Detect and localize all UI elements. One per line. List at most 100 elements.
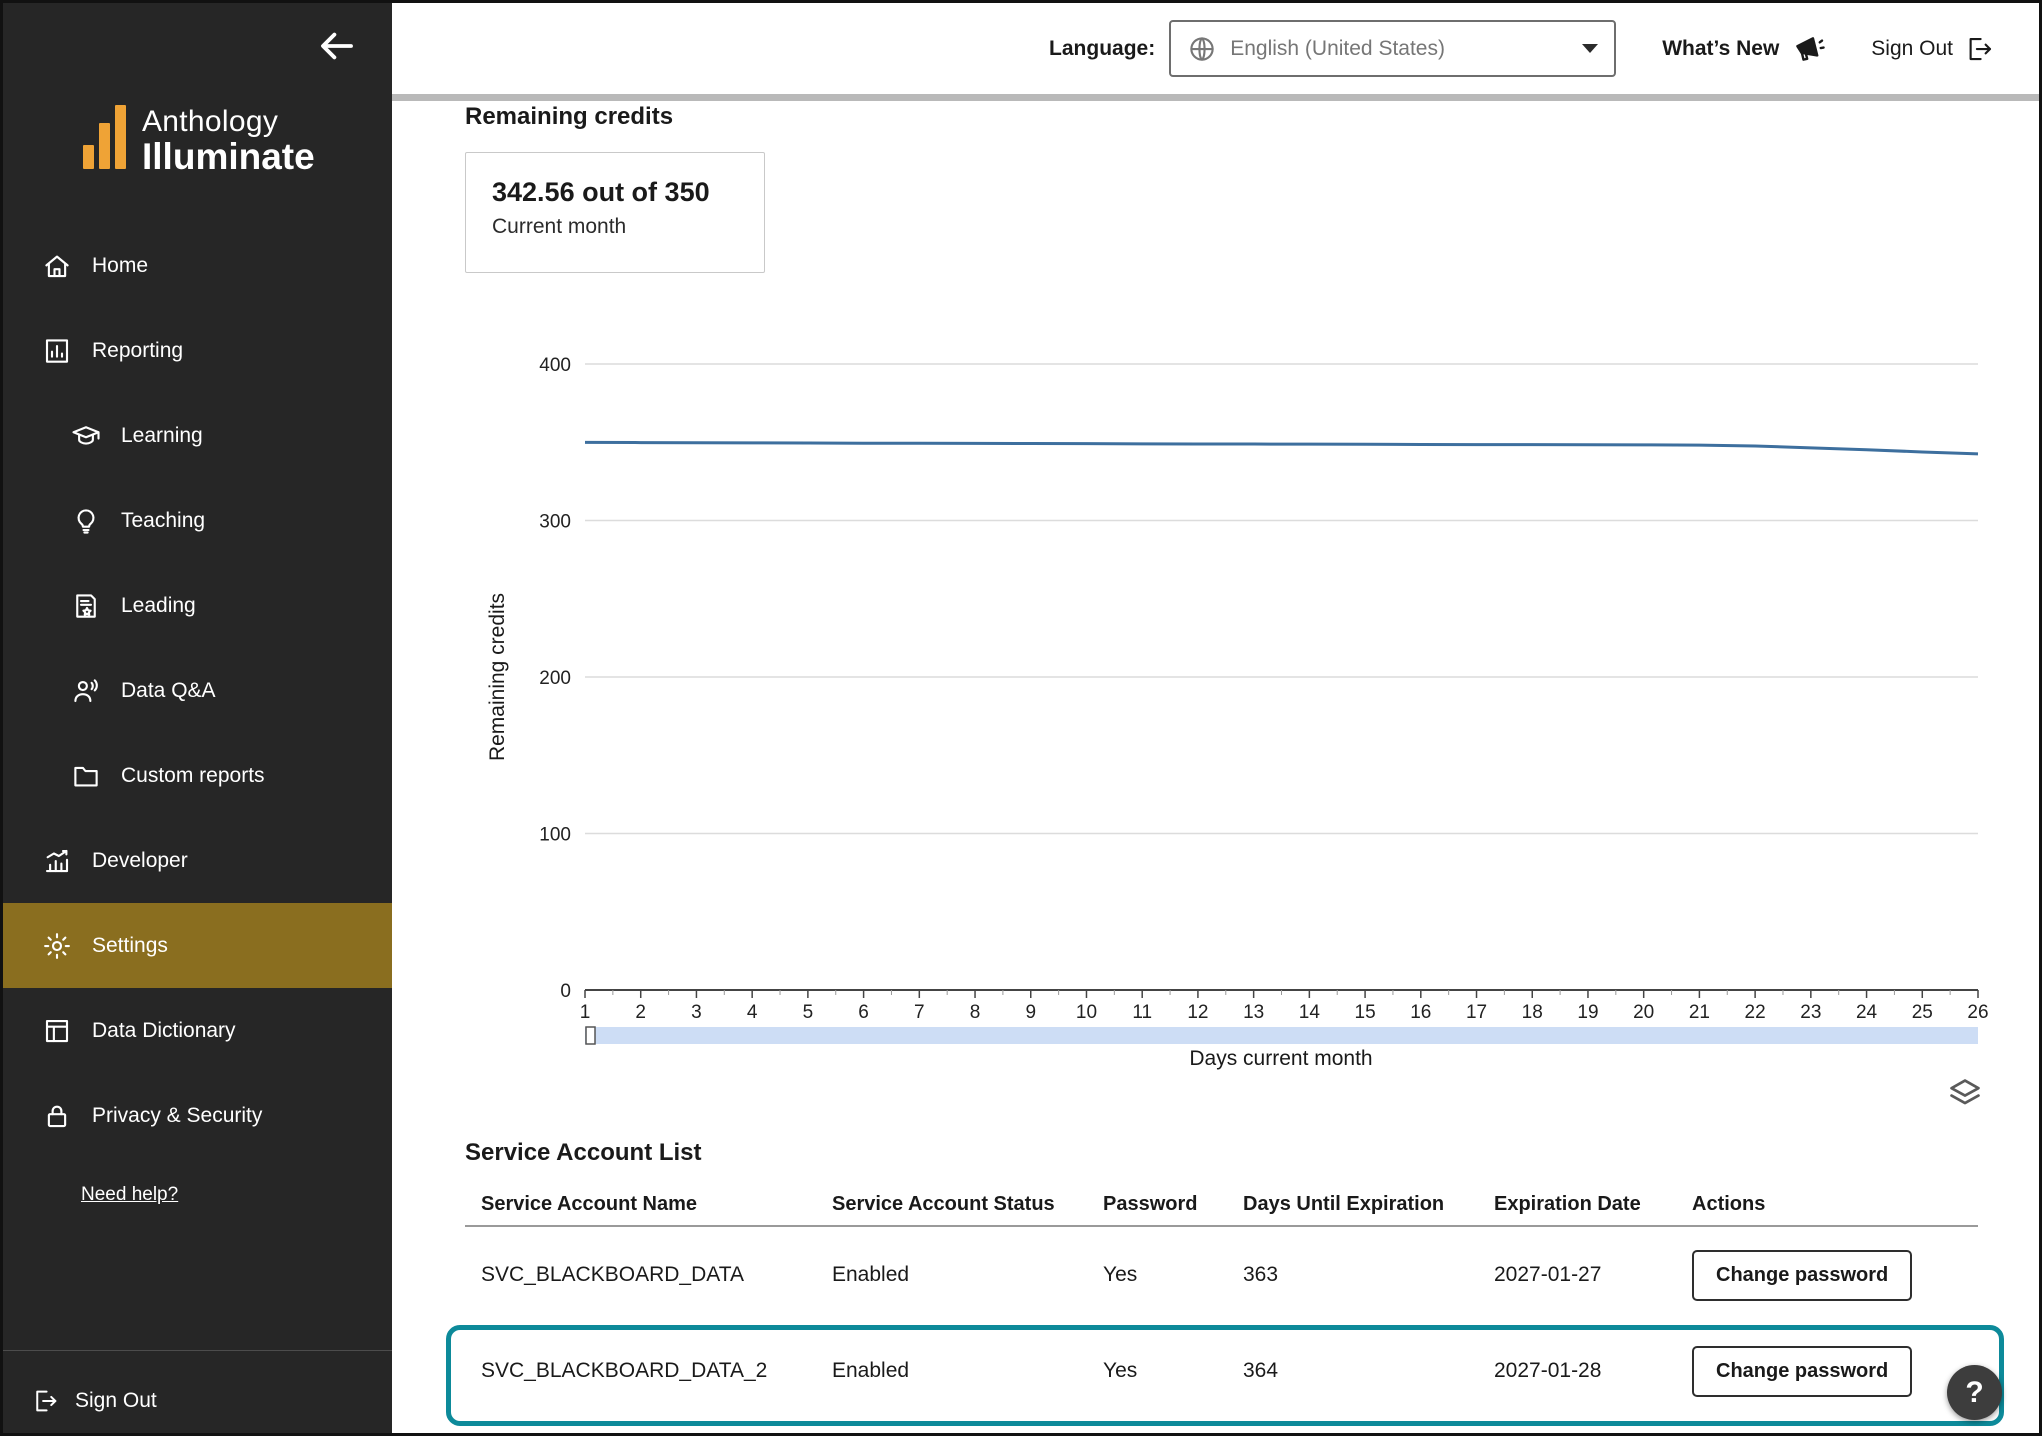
lock-icon <box>42 1101 72 1131</box>
x-tick-label: 10 <box>1076 1002 1097 1023</box>
x-tick-label: 17 <box>1466 1002 1487 1023</box>
sidebar-collapse-button[interactable] <box>316 25 358 70</box>
sidebar-item-label: Settings <box>92 934 168 958</box>
x-tick-label: 21 <box>1689 1002 1710 1023</box>
cell-expiration-date: 2027-01-27 <box>1494 1263 1692 1287</box>
whats-new-label: What’s New <box>1662 37 1779 61</box>
column-header-days: Days Until Expiration <box>1243 1193 1494 1216</box>
x-tick-label: 8 <box>970 1002 981 1023</box>
brand-name-line2: Illuminate <box>142 138 315 177</box>
custom-reports-icon <box>71 761 101 791</box>
help-button[interactable]: ? <box>1947 1365 2002 1420</box>
topbar: Language: English (United States) What’s… <box>392 3 2039 101</box>
leading-icon <box>71 591 101 621</box>
cell-service-account-name: SVC_BLACKBOARD_DATA_2 <box>481 1359 832 1383</box>
x-tick-label: 1 <box>580 1002 591 1023</box>
x-tick-label: 23 <box>1800 1002 1821 1023</box>
sidebar-item-label: Developer <box>92 849 188 873</box>
credits-card: 342.56 out of 350 Current month <box>465 152 765 273</box>
signout-icon <box>32 1387 60 1415</box>
x-tick-label: 5 <box>803 1002 814 1023</box>
sidebar-item-reporting[interactable]: Reporting <box>3 308 392 393</box>
data-dictionary-icon <box>42 1016 72 1046</box>
app-window: Anthology Illuminate Home Reporting <box>0 0 2042 1436</box>
cell-expiration-date: 2027-01-28 <box>1494 1359 1692 1383</box>
x-tick-label: 25 <box>1912 1002 1933 1023</box>
x-tick-label: 7 <box>914 1002 925 1023</box>
megaphone-icon <box>1791 32 1825 66</box>
change-password-button[interactable]: Change password <box>1692 1346 1912 1397</box>
x-tick-label: 18 <box>1522 1002 1543 1023</box>
globe-icon <box>1187 34 1217 64</box>
x-tick-label: 14 <box>1299 1002 1321 1023</box>
need-help-link[interactable]: Need help? <box>81 1184 178 1206</box>
sidebar-item-developer[interactable]: Developer <box>3 818 392 903</box>
y-tick-label: 400 <box>539 355 571 376</box>
chart-scrollbar-track[interactable] <box>585 1027 1978 1044</box>
sidebar-item-label: Privacy & Security <box>92 1104 262 1128</box>
sidebar-item-data-qa[interactable]: Data Q&A <box>3 648 392 733</box>
column-header-name: Service Account Name <box>481 1193 832 1216</box>
topbar-signout-label: Sign Out <box>1871 37 1953 61</box>
language-dropdown[interactable]: English (United States) <box>1169 20 1616 77</box>
sidebar-item-home[interactable]: Home <box>3 223 392 308</box>
language-group: Language: English (United States) <box>1049 20 1616 77</box>
x-tick-label: 2 <box>635 1002 646 1023</box>
sidebar-item-label: Learning <box>121 424 203 448</box>
service-account-table: Service Account Name Service Account Sta… <box>465 1183 1978 1419</box>
sidebar-item-leading[interactable]: Leading <box>3 563 392 648</box>
chart-scrollbar-thumb[interactable] <box>586 1027 595 1044</box>
topbar-signout-link[interactable]: Sign Out <box>1871 34 1995 64</box>
cell-days-until-expiration: 363 <box>1243 1263 1494 1287</box>
chevron-down-icon <box>1582 44 1598 53</box>
sidebar-item-data-dictionary[interactable]: Data Dictionary <box>3 988 392 1073</box>
sidebar-item-settings[interactable]: Settings <box>3 903 392 988</box>
cell-status: Enabled <box>832 1263 1103 1287</box>
x-tick-label: 12 <box>1187 1002 1208 1023</box>
language-selected-value: English (United States) <box>1230 37 1569 61</box>
table-header-row: Service Account Name Service Account Sta… <box>465 1183 1978 1227</box>
whats-new-link[interactable]: What’s New <box>1662 32 1825 66</box>
help-question-mark: ? <box>1965 1376 1983 1410</box>
service-account-list-title: Service Account List <box>465 1139 702 1167</box>
cell-password: Yes <box>1103 1263 1243 1287</box>
sidebar-item-label: Teaching <box>121 509 205 533</box>
credits-chart: Remaining credits 0100200300400123456789… <box>433 333 1993 1133</box>
x-tick-label: 6 <box>858 1002 869 1023</box>
column-header-password: Password <box>1103 1193 1243 1216</box>
y-tick-label: 200 <box>539 668 571 689</box>
reporting-icon <box>42 336 72 366</box>
brand-text: Anthology Illuminate <box>142 105 315 177</box>
column-header-actions: Actions <box>1692 1193 1978 1216</box>
cell-service-account-name: SVC_BLACKBOARD_DATA <box>481 1263 832 1287</box>
y-tick-label: 300 <box>539 512 571 533</box>
x-tick-label: 20 <box>1633 1002 1654 1023</box>
sidebar-item-privacy-security[interactable]: Privacy & Security <box>3 1073 392 1158</box>
brand-logo: Anthology Illuminate <box>83 89 315 177</box>
developer-icon <box>42 846 72 876</box>
sidebar-item-learning[interactable]: Learning <box>3 393 392 478</box>
credits-line <box>585 442 1978 453</box>
teaching-icon <box>71 506 101 536</box>
credits-subtitle: Current month <box>492 215 738 239</box>
sidebar-signout-item[interactable]: Sign Out <box>3 1371 392 1431</box>
x-tick-label: 16 <box>1410 1002 1431 1023</box>
cell-status: Enabled <box>832 1359 1103 1383</box>
signout-icon <box>1965 34 1995 64</box>
cell-days-until-expiration: 364 <box>1243 1359 1494 1383</box>
change-password-button[interactable]: Change password <box>1692 1250 1912 1301</box>
x-tick-label: 9 <box>1025 1002 1036 1023</box>
settings-icon <box>42 931 72 961</box>
data-qa-icon <box>71 676 101 706</box>
x-tick-label: 15 <box>1355 1002 1376 1023</box>
sidebar-item-teaching[interactable]: Teaching <box>3 478 392 563</box>
sidebar-item-custom-reports[interactable]: Custom reports <box>3 733 392 818</box>
sidebar-item-label: Data Dictionary <box>92 1019 236 1043</box>
layers-icon[interactable] <box>1946 1075 1984 1113</box>
sidebar-nav: Home Reporting Learning Teaching <box>3 223 392 1158</box>
sidebar-item-label: Reporting <box>92 339 183 363</box>
y-tick-label: 0 <box>560 981 571 1002</box>
x-tick-label: 13 <box>1243 1002 1264 1023</box>
sidebar-divider <box>3 1350 392 1351</box>
table-row: SVC_BLACKBOARD_DATA Enabled Yes 363 2027… <box>465 1227 1978 1323</box>
